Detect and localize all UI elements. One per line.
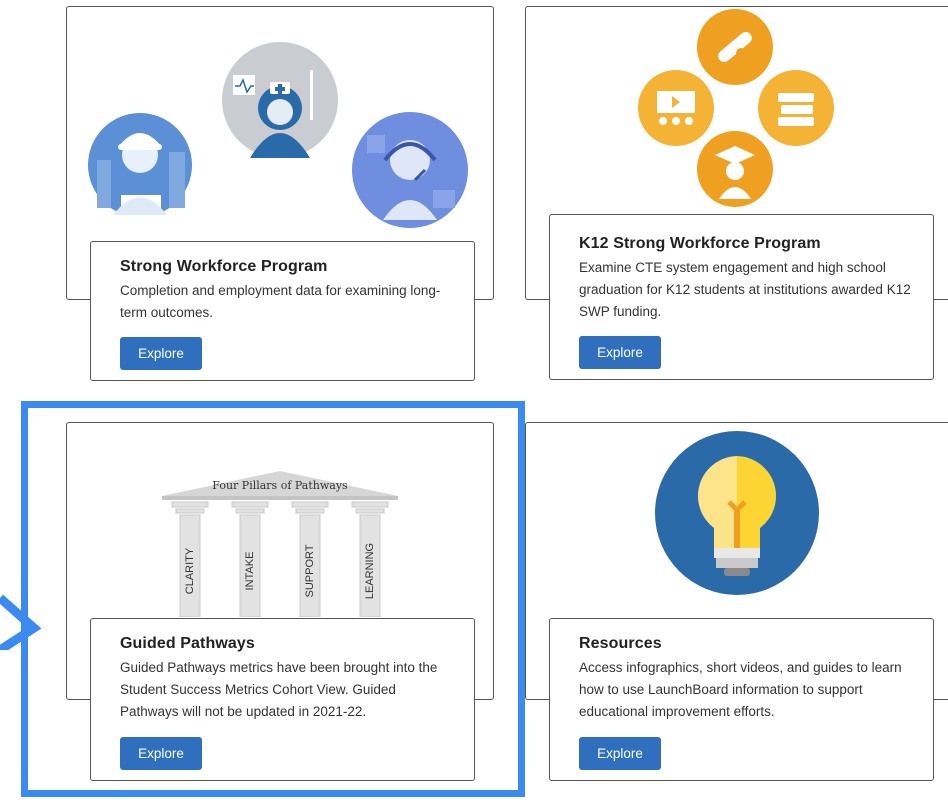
card-title: Resources [579,635,662,652]
pillar-label: CLARITY [184,547,196,595]
explore-button-strong-workforce[interactable]: Explore [120,337,202,370]
pointer-arrow-icon [0,594,42,650]
pillar-label: LEARNING [364,542,376,600]
card-strong-workforce: Strong Workforce Program Completion and … [90,241,475,381]
card-guided-pathways: Guided Pathways Guided Pathways metrics … [90,618,475,781]
explore-button-guided-pathways[interactable]: Explore [120,737,202,770]
card-description: Completion and employment data for exami… [120,283,441,320]
diploma-icon [697,9,773,85]
card-description: Access infographics, short videos, and g… [579,660,902,719]
card-description: Examine CTE system engagement and high s… [579,260,911,319]
card-k12-strong-workforce: K12 Strong Workforce Program Examine CTE… [549,214,934,380]
strong-workforce-illustration [88,42,468,228]
card-description: Guided Pathways metrics have been brough… [120,660,438,719]
lightbulb-icon [655,431,819,595]
books-icon [758,70,834,146]
explore-button-k12-strong-workforce[interactable]: Explore [579,336,661,369]
pillar-label: INTAKE [244,551,256,591]
card-resources: Resources Access infographics, short vid… [549,618,934,781]
pillar-label: SUPPORT [304,544,316,598]
pillars-graphic [162,471,398,617]
call-center-agent-icon [352,112,468,228]
classroom-video-icon [638,70,714,146]
card-title: K12 Strong Workforce Program [579,235,821,252]
card-title: Strong Workforce Program [120,258,328,275]
k12-illustration [638,9,834,207]
graduate-icon [697,131,773,207]
explore-button-resources[interactable]: Explore [579,737,661,770]
nurse-icon [222,42,338,158]
four-pillars-illustration: Four Pillars of Pathways CLARITY INTAKE … [162,471,398,617]
construction-worker-icon [88,113,192,217]
pillars-heading: Four Pillars of Pathways [212,479,348,492]
card-title: Guided Pathways [120,635,255,652]
